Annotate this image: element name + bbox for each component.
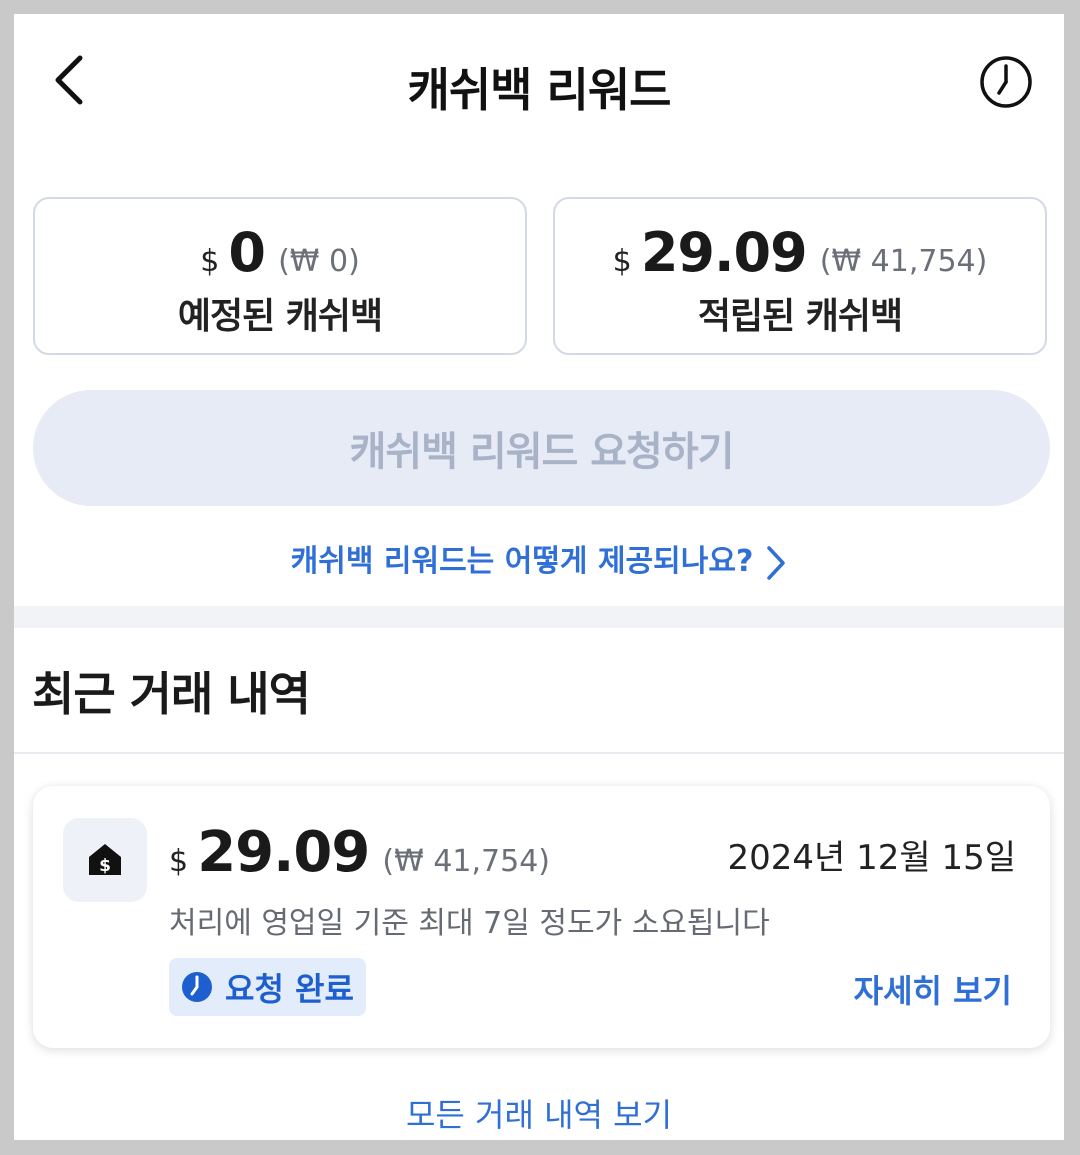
divider (14, 752, 1064, 754)
page-title: 캐쉬백 리워드 (407, 63, 672, 117)
transaction-amount-krw: (₩ 41,754) (382, 844, 550, 879)
scheduled-cashback-label: 예정된 캐쉬백 (177, 296, 383, 337)
transaction-note: 처리에 영업일 기준 최대 7일 정도가 소요됩니다 (169, 906, 770, 941)
scheduled-amount-line: $ 0 (₩ 0) (35, 221, 525, 284)
history-button[interactable] (978, 54, 1034, 110)
accumulated-cashback-card: $ 29.09 (₩ 41,754) 적립된 캐쉬백 (553, 197, 1047, 355)
status-label: 요청 완료 (225, 970, 354, 1008)
recent-transactions-title: 최근 거래 내역 (32, 667, 311, 721)
cash-tag-icon: $ (89, 844, 121, 876)
transaction-amount-line: $ 29.09 (₩ 41,754) (169, 820, 550, 885)
transaction-amount: 29.09 (197, 820, 370, 885)
currency-symbol: $ (200, 244, 220, 279)
how-cashback-works-link[interactable]: 캐쉬백 리워드는 어떻게 제공되나요? (14, 536, 1064, 581)
request-cashback-button[interactable]: 캐쉬백 리워드 요청하기 (33, 390, 1050, 506)
chevron-right-icon (767, 545, 786, 580)
app-screen: 캐쉬백 리워드 $ 0 (₩ 0) 예정된 캐쉬백 $ 29.09 (₩ 41,… (14, 14, 1064, 1140)
transaction-icon-box: $ (63, 818, 147, 902)
transaction-card: $ $ 29.09 (₩ 41,754) 2024년 12월 15일 처리에 영… (33, 786, 1050, 1048)
currency-symbol: $ (612, 244, 632, 279)
view-details-link[interactable]: 자세히 보기 (854, 966, 1012, 1012)
clock-filled-icon (182, 972, 212, 1002)
accumulated-cashback-label: 적립된 캐쉬백 (697, 296, 903, 337)
accumulated-amount-krw: (₩ 41,754) (819, 244, 988, 279)
currency-symbol: $ (169, 844, 189, 879)
view-all-transactions-link[interactable]: 모든 거래 내역 보기 (14, 1090, 1064, 1136)
clock-icon (980, 56, 1032, 108)
recent-transactions-section: 최근 거래 내역 $ $ 29.09 (₩ 41,754) 2024년 12월 … (14, 628, 1064, 1140)
status-badge: 요청 완료 (169, 958, 366, 1016)
cashback-summary-section: $ 0 (₩ 0) 예정된 캐쉬백 $ 29.09 (₩ 41,754) 적립된… (14, 164, 1064, 606)
accumulated-amount: 29.09 (640, 221, 808, 284)
scheduled-amount-krw: (₩ 0) (278, 244, 360, 279)
svg-text:$: $ (99, 856, 111, 876)
header: 캐쉬백 리워드 (14, 14, 1064, 164)
scheduled-cashback-card: $ 0 (₩ 0) 예정된 캐쉬백 (33, 197, 527, 355)
accumulated-amount-line: $ 29.09 (₩ 41,754) (555, 221, 1045, 284)
transaction-date: 2024년 12월 15일 (727, 838, 1016, 878)
scheduled-amount: 0 (228, 221, 266, 284)
help-link-label: 캐쉬백 리워드는 어떻게 제공되나요? (290, 544, 754, 579)
